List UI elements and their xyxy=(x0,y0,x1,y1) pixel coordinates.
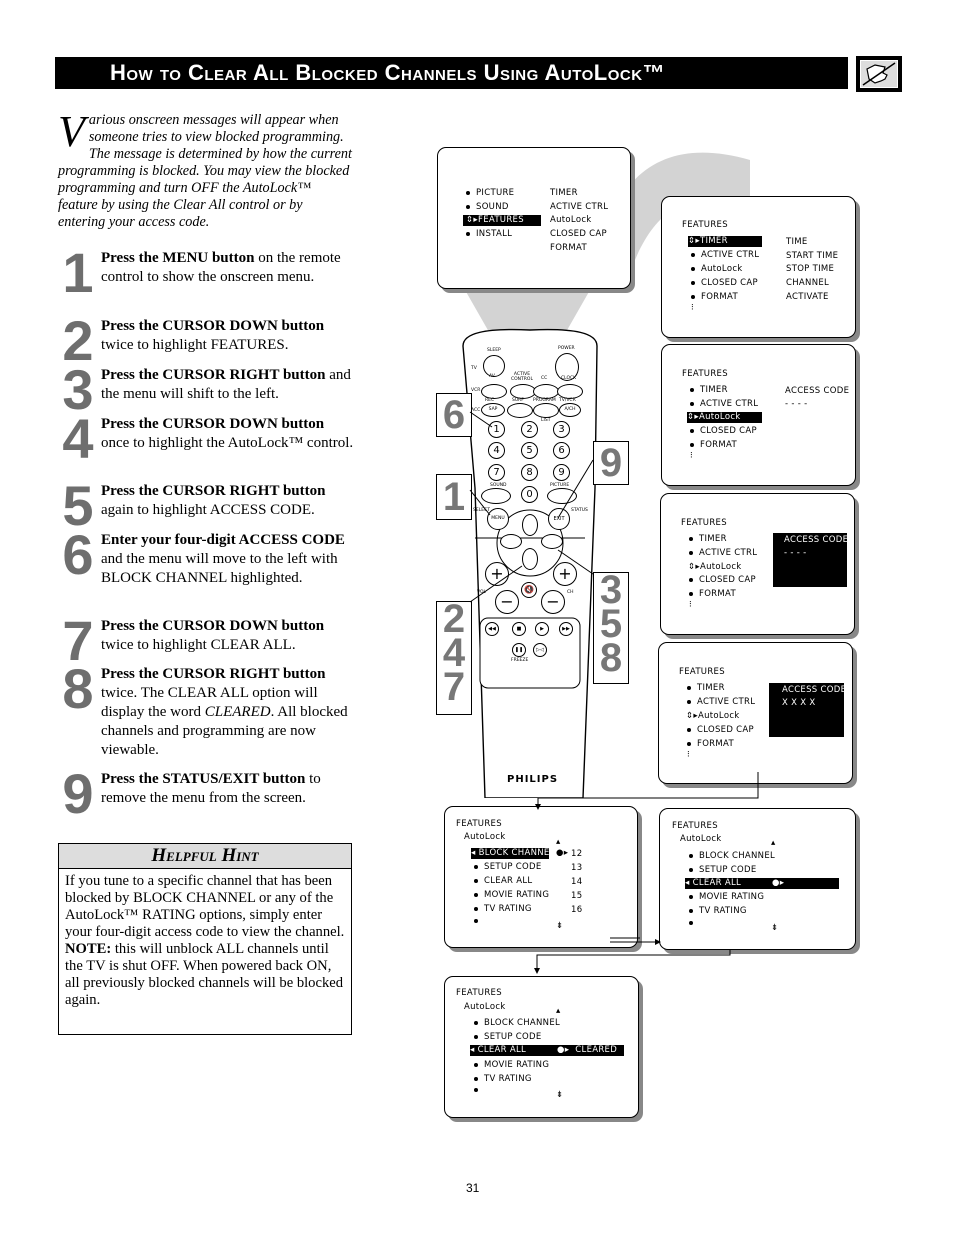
helpful-hint-box: Helpful Hint If you tune to a specific c… xyxy=(58,843,352,1035)
step-text: Press the CURSOR RIGHT button twice. The… xyxy=(101,666,348,758)
note-label: NOTE: xyxy=(65,941,112,957)
screen-features-autolock: FEATURES TIMER ACTIVE CTRL ⇕▸AutoLock CL… xyxy=(661,344,856,486)
step-number: 6 xyxy=(62,523,94,586)
stop-button[interactable]: ■ xyxy=(512,622,526,636)
drop-cap: V xyxy=(58,107,85,156)
intro-text: arious onscreen messages will appear whe… xyxy=(58,112,352,230)
step-number: 1 xyxy=(62,241,94,304)
intro-paragraph: Various onscreen messages will appear wh… xyxy=(58,107,353,231)
pip-button[interactable]: ▷◁ xyxy=(533,643,547,657)
rewind-button[interactable]: ◀◀ xyxy=(485,622,499,636)
brand-logo: PHILIPS xyxy=(507,774,559,785)
cleared-status: CLEARED xyxy=(575,1045,618,1055)
screen-autolock-cleared: FEATURES AutoLock ▴ BLOCK CHANNEL SETUP … xyxy=(444,976,639,1118)
step-text: Press the CURSOR RIGHT button and the me… xyxy=(101,367,351,402)
step-text: Press the CURSOR DOWN button twice to hi… xyxy=(101,318,325,353)
hint-body: If you tune to a specific channel that h… xyxy=(65,873,345,1008)
step-text: Press the MENU button on the remote cont… xyxy=(101,250,341,285)
hand-pointing-icon xyxy=(856,56,902,92)
highlighted-item: ⇕▸TIMER xyxy=(688,236,762,247)
screen-access-code-entered: FEATURES TIMER ACTIVE CTRL ⇕▸AutoLock CL… xyxy=(658,642,853,784)
access-code-box: ACCESS CODE - - - - xyxy=(773,533,848,587)
callout-lines xyxy=(469,411,594,603)
screen-features-timer: FEATURES ⇕▸TIMER ACTIVE CTRL AutoLock CL… xyxy=(661,196,856,338)
screen-main-menu: PICTURE SOUND ⇕▸FEATURES INSTALL TIMER A… xyxy=(437,147,631,289)
play-button[interactable]: ▶ xyxy=(535,622,549,636)
fast-forward-button[interactable]: ▶▶ xyxy=(559,622,573,636)
step-text: Press the CURSOR RIGHT button again to h… xyxy=(101,483,326,518)
arrow-to-clear-all xyxy=(610,939,661,945)
highlighted-item: ◂ CLEAR ALL ●▸ CLEARED xyxy=(470,1045,624,1056)
step-text: Press the CURSOR DOWN button twice to hi… xyxy=(101,618,325,653)
highlighted-item: ⇕▸FEATURES xyxy=(463,215,541,226)
pause-button[interactable]: ❚❚ xyxy=(512,643,526,657)
title-bar: How to Clear All Blocked Channels Using … xyxy=(55,57,848,89)
highlighted-item: ⇕▸AutoLock xyxy=(687,412,762,423)
hint-title: Helpful Hint xyxy=(59,844,351,869)
page-title: How to Clear All Blocked Channels Using … xyxy=(110,60,666,85)
step-number: 4 xyxy=(62,407,94,470)
step-number: 8 xyxy=(62,657,94,720)
screen-access-code-highlighted: FEATURES TIMER ACTIVE CTRL ⇕▸AutoLock CL… xyxy=(660,493,855,635)
step-number: 9 xyxy=(62,762,94,825)
step-text: Press the STATUS/EXIT button to remove t… xyxy=(101,771,321,806)
page-number: 31 xyxy=(466,1181,480,1195)
access-code-box: ACCESS CODE X X X X xyxy=(769,683,846,737)
step-text: Enter your four-digit ACCESS CODE and th… xyxy=(101,532,345,586)
step-text: Press the CURSOR DOWN button once to hig… xyxy=(101,416,354,451)
